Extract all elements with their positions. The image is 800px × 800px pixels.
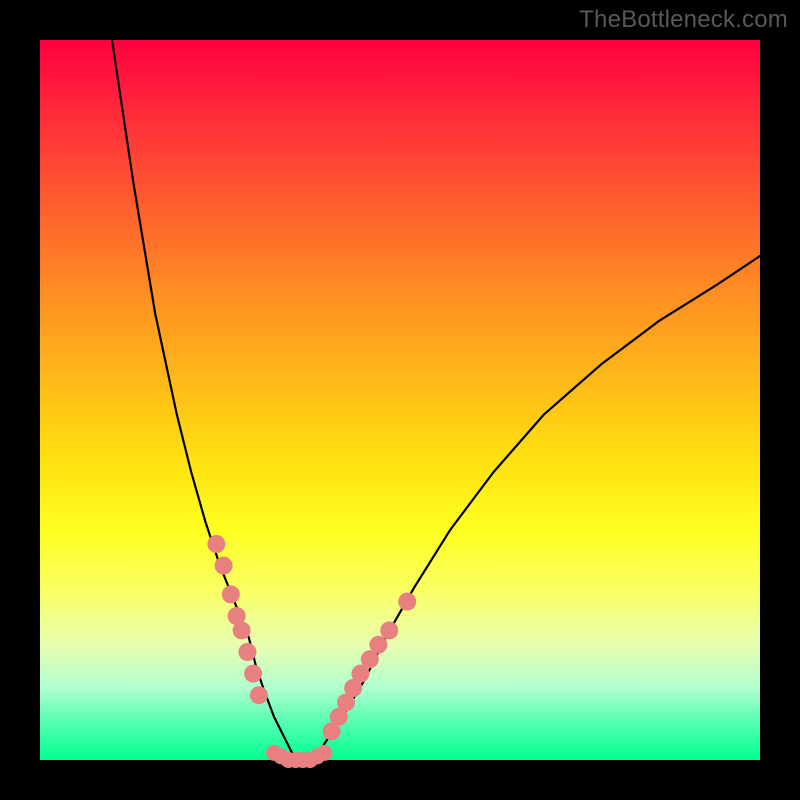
data-marker — [398, 593, 416, 611]
data-marker — [380, 621, 398, 639]
right-curve — [314, 256, 760, 760]
markers-left-cluster — [207, 535, 268, 704]
plot-area — [40, 40, 760, 760]
data-marker — [222, 585, 240, 603]
data-marker — [316, 745, 332, 761]
data-marker — [369, 636, 387, 654]
data-marker — [250, 686, 268, 704]
data-marker — [233, 621, 251, 639]
data-marker — [238, 643, 256, 661]
data-marker — [244, 665, 262, 683]
data-marker — [215, 557, 233, 575]
curves-svg — [40, 40, 760, 760]
left-curve — [112, 40, 296, 760]
watermark-text: TheBottleneck.com — [579, 6, 788, 34]
chart-frame: TheBottleneck.com — [0, 0, 800, 800]
markers-bottom-run — [266, 745, 332, 768]
data-marker — [207, 535, 225, 553]
markers-right-cluster — [323, 593, 417, 741]
